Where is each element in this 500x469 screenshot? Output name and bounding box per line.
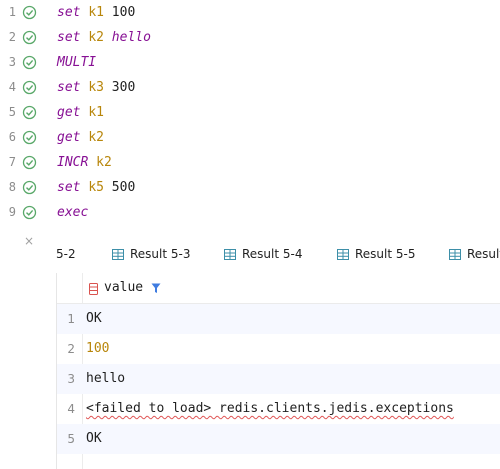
table-icon bbox=[337, 249, 349, 260]
table-icon bbox=[224, 249, 236, 260]
table-icon bbox=[112, 249, 124, 260]
tab-label: Result 5-4 bbox=[242, 247, 303, 261]
table-icon bbox=[449, 249, 461, 260]
code-line: set k5 500 bbox=[57, 180, 136, 195]
editor-line[interactable]: 7 INCR k2 bbox=[0, 150, 500, 175]
check-circle-icon[interactable] bbox=[22, 55, 37, 70]
editor-line[interactable]: 3 MULTI bbox=[0, 50, 500, 75]
editor-line[interactable]: 2 set k2 hello bbox=[0, 25, 500, 50]
line-number: 1 bbox=[8, 5, 16, 19]
row-number: 3 bbox=[67, 372, 75, 386]
table-row[interactable]: 2 100 bbox=[57, 334, 500, 364]
row-number: 4 bbox=[67, 402, 75, 416]
editor-line[interactable]: 1 set k1 100 bbox=[0, 0, 500, 25]
cell-value[interactable]: 100 bbox=[86, 334, 109, 364]
line-number: 7 bbox=[8, 155, 16, 169]
code-line: set k2 hello bbox=[57, 30, 151, 45]
table-row[interactable]: 1 OK bbox=[57, 304, 500, 334]
tab-label: Result 5-3 bbox=[130, 247, 191, 261]
code-line: INCR k2 bbox=[57, 155, 112, 170]
cell-value[interactable]: OK bbox=[86, 424, 102, 454]
row-number: 2 bbox=[67, 342, 75, 356]
code-line: set k3 300 bbox=[57, 80, 136, 95]
tab-label: 5-2 bbox=[56, 247, 76, 261]
tab-label: Result 5-5 bbox=[355, 247, 416, 261]
row-number: 5 bbox=[67, 432, 75, 446]
code-line: exec bbox=[57, 205, 89, 220]
editor-line[interactable]: 9 exec bbox=[0, 200, 500, 225]
line-number: 9 bbox=[8, 205, 16, 219]
line-number: 3 bbox=[8, 55, 16, 69]
result-grid: value 1 OK 2 100 3 hello 4 <failed to lo… bbox=[56, 273, 500, 469]
column-icon bbox=[89, 283, 98, 295]
check-circle-icon[interactable] bbox=[22, 205, 37, 220]
tab-result-5-3[interactable]: Result 5-3 bbox=[112, 241, 191, 267]
table-row[interactable]: 4 <failed to load> redis.clients.jedis.e… bbox=[57, 394, 500, 424]
line-number: 8 bbox=[8, 180, 16, 194]
cell-value-error[interactable]: <failed to load> redis.clients.jedis.exc… bbox=[86, 394, 454, 424]
cell-value[interactable]: hello bbox=[86, 364, 125, 394]
column-header[interactable]: value bbox=[57, 273, 500, 304]
line-number: 6 bbox=[8, 130, 16, 144]
row-number: 1 bbox=[67, 312, 75, 326]
table-row[interactable]: 5 OK bbox=[57, 424, 500, 454]
check-circle-icon[interactable] bbox=[22, 105, 37, 120]
line-number: 2 bbox=[8, 30, 16, 44]
filter-icon[interactable] bbox=[151, 283, 161, 294]
tab-label: Result bbox=[467, 247, 500, 261]
tab-result-5-2[interactable]: 5-2 bbox=[56, 241, 76, 267]
column-header-value[interactable]: value bbox=[104, 280, 143, 295]
code-line: set k1 100 bbox=[57, 5, 136, 20]
line-number: 5 bbox=[8, 105, 16, 119]
check-circle-icon[interactable] bbox=[22, 155, 37, 170]
check-circle-icon[interactable] bbox=[22, 180, 37, 195]
editor-line[interactable]: 6 get k2 bbox=[0, 125, 500, 150]
editor-line[interactable]: 4 set k3 300 bbox=[0, 75, 500, 100]
query-editor[interactable]: 1 set k1 100 2 set k2 hello 3 MULTI 4 se… bbox=[0, 0, 500, 234]
editor-line[interactable]: 5 get k1 bbox=[0, 100, 500, 125]
check-circle-icon[interactable] bbox=[22, 5, 37, 20]
check-circle-icon[interactable] bbox=[22, 130, 37, 145]
cell-value[interactable]: OK bbox=[86, 304, 102, 334]
check-circle-icon[interactable] bbox=[22, 30, 37, 45]
line-number: 4 bbox=[8, 80, 16, 94]
code-line: get k1 bbox=[57, 105, 104, 120]
editor-line[interactable]: 8 set k5 500 bbox=[0, 175, 500, 200]
check-circle-icon[interactable] bbox=[22, 80, 37, 95]
result-tabs: 5-2 Result 5-3 Result 5-4 Result 5-5 Res… bbox=[56, 241, 500, 267]
code-line: get k2 bbox=[57, 130, 104, 145]
close-icon[interactable]: × bbox=[24, 234, 34, 248]
table-row[interactable]: 3 hello bbox=[57, 364, 500, 394]
tab-result-5-5[interactable]: Result 5-5 bbox=[337, 241, 416, 267]
code-line: MULTI bbox=[57, 55, 97, 70]
tab-result-5-4[interactable]: Result 5-4 bbox=[224, 241, 303, 267]
tab-result-next[interactable]: Result bbox=[449, 241, 500, 267]
